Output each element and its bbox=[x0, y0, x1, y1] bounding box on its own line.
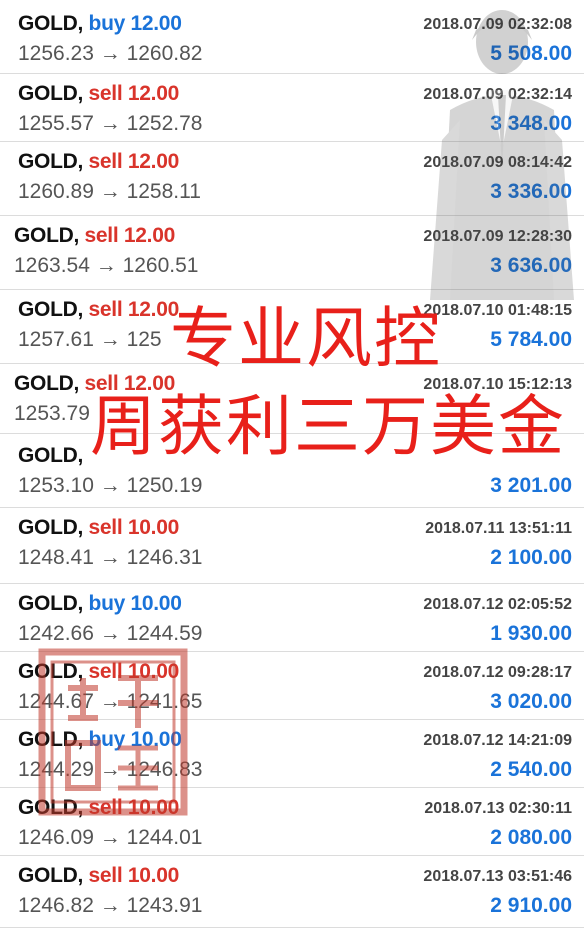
trade-row[interactable]: GOLD, buy 12.00 1256.23 → 1260.82 2018.07.… bbox=[0, 0, 584, 74]
symbol-label: GOLD, bbox=[18, 660, 83, 683]
trade-symbol: GOLD, sell 12.00 bbox=[14, 224, 175, 248]
trade-time: 2018.07.12 14:21:09 bbox=[423, 732, 572, 749]
trade-row[interactable]: GOLD, buy 10.00 1242.66 → 1244.59 2018.07.… bbox=[0, 584, 584, 652]
trade-history-list: GOLD, buy 12.00 1256.23 → 1260.82 2018.07.… bbox=[0, 0, 584, 939]
trade-profit: 5 508.00 bbox=[490, 42, 572, 65]
buy-volume-label: buy 12.00 bbox=[88, 12, 182, 35]
sell-volume-label: sell 12.00 bbox=[88, 82, 180, 105]
trade-profit: 1 930.00 bbox=[490, 622, 572, 645]
trade-row[interactable]: GOLD, sell 10.00 1248.41 → 1246.31 2018.07… bbox=[0, 508, 584, 584]
trade-row[interactable]: GOLD, sell 12.00 1263.54 → 1260.51 2018.07… bbox=[0, 216, 584, 290]
symbol-label: GOLD, bbox=[18, 12, 83, 35]
trade-prices: 1253.79 bbox=[14, 402, 90, 425]
trade-time: 2018.07.09 12:28:30 bbox=[423, 228, 572, 245]
trade-prices: 1248.41 → 1246.31 bbox=[18, 546, 203, 569]
trade-row[interactable]: GOLD, sell 12.00 1255.57 → 1252.78 2018.07… bbox=[0, 74, 584, 142]
trade-profit: 3 348.00 bbox=[490, 112, 572, 135]
trade-symbol: GOLD, sell 12.00 bbox=[18, 150, 179, 174]
trade-time: 2018.07.12 09:28:17 bbox=[423, 664, 572, 681]
trade-time: 2018.07.11 13:51:11 bbox=[425, 520, 572, 537]
trade-row[interactable]: GOLD, sell 10.00 1246.82 → 1243.91 2018.07… bbox=[0, 856, 584, 928]
trade-symbol: GOLD, sell 10.00 bbox=[18, 796, 179, 820]
sell-volume-label: sell 10.00 bbox=[88, 516, 180, 539]
symbol-label: GOLD, bbox=[18, 516, 83, 539]
trade-symbol: GOLD, buy 10.00 bbox=[18, 728, 182, 752]
symbol-label: GOLD, bbox=[18, 444, 83, 467]
trade-prices: 1255.57 → 1252.78 bbox=[18, 112, 203, 135]
trade-profit: 2 100.00 bbox=[490, 546, 572, 569]
trade-prices: 1244.67 → 1241.65 bbox=[18, 690, 203, 713]
symbol-label: GOLD, bbox=[18, 150, 83, 173]
symbol-label: GOLD, bbox=[14, 372, 79, 395]
trade-time: 2018.07.13 02:30:11 bbox=[424, 800, 572, 817]
symbol-label: GOLD, bbox=[18, 796, 83, 819]
trade-prices: 1246.82 → 1243.91 bbox=[18, 894, 203, 917]
buy-volume-label: buy 10.00 bbox=[88, 728, 182, 751]
trade-profit: 3 020.00 bbox=[490, 690, 572, 713]
trade-prices: 1246.09 → 1244.01 bbox=[18, 826, 203, 849]
trade-row[interactable]: GOLD, sell 12.00 1257.61 → 125 2018.07.10 … bbox=[0, 290, 584, 364]
trade-time: 2018.07.10 01:48:15 bbox=[423, 302, 572, 319]
trade-symbol: GOLD, bbox=[18, 444, 83, 468]
trade-prices: 1260.89 → 1258.11 bbox=[18, 180, 201, 203]
sell-volume-label: sell 12.00 bbox=[84, 224, 176, 247]
trade-prices: 1257.61 → 125 bbox=[18, 328, 162, 351]
trade-symbol: GOLD, sell 10.00 bbox=[18, 864, 179, 888]
trade-row[interactable]: GOLD, sell 10.00 1244.67 → 1241.65 2018.07… bbox=[0, 652, 584, 720]
trade-row[interactable]: GOLD, 1253.10 → 1250.19 3 201.00 bbox=[0, 434, 584, 508]
trade-profit: 3 336.00 bbox=[490, 180, 572, 203]
trade-time: 2018.07.12 02:05:52 bbox=[423, 596, 572, 613]
trade-time: 2018.07.09 02:32:14 bbox=[423, 86, 572, 103]
trade-profit: 5 784.00 bbox=[490, 328, 572, 351]
symbol-label: GOLD, bbox=[18, 298, 83, 321]
trade-symbol: GOLD, sell 12.00 bbox=[18, 82, 179, 106]
trade-time: 2018.07.10 15:12:13 bbox=[423, 376, 572, 393]
sell-volume-label: sell 10.00 bbox=[88, 796, 180, 819]
sell-volume-label: sell 10.00 bbox=[88, 864, 180, 887]
sell-volume-label: sell 12.00 bbox=[84, 372, 176, 395]
symbol-label: GOLD, bbox=[18, 592, 83, 615]
trade-profit: 2 080.00 bbox=[490, 826, 572, 849]
trade-symbol: GOLD, sell 12.00 bbox=[14, 372, 175, 396]
buy-volume-label: buy 10.00 bbox=[88, 592, 182, 615]
trade-profit: 2 910.00 bbox=[490, 894, 572, 917]
symbol-label: GOLD, bbox=[18, 82, 83, 105]
trade-symbol: GOLD, sell 10.00 bbox=[18, 516, 179, 540]
trade-profit: 3 201.00 bbox=[490, 474, 572, 497]
symbol-label: GOLD, bbox=[18, 728, 83, 751]
trade-row[interactable]: GOLD, buy 10.00 1244.29 → 1246.83 2018.07.… bbox=[0, 720, 584, 788]
trade-symbol: GOLD, sell 10.00 bbox=[18, 660, 179, 684]
trade-symbol: GOLD, buy 10.00 bbox=[18, 592, 182, 616]
trade-symbol: GOLD, sell 12.00 bbox=[18, 298, 179, 322]
trade-prices: 1253.10 → 1250.19 bbox=[18, 474, 203, 497]
trade-prices: 1256.23 → 1260.82 bbox=[18, 42, 203, 65]
trade-profit: 3 636.00 bbox=[490, 254, 572, 277]
symbol-label: GOLD, bbox=[14, 224, 79, 247]
trade-time: 2018.07.13 03:51:46 bbox=[423, 868, 572, 885]
sell-volume-label: sell 12.00 bbox=[88, 150, 180, 173]
trade-row[interactable]: GOLD, sell 12.00 1260.89 → 1258.11 2018.07… bbox=[0, 142, 584, 216]
trade-time: 2018.07.09 02:32:08 bbox=[423, 16, 572, 33]
trade-prices: 1263.54 → 1260.51 bbox=[14, 254, 199, 277]
sell-volume-label: sell 10.00 bbox=[88, 660, 180, 683]
trade-prices: 1244.29 → 1246.83 bbox=[18, 758, 203, 781]
trade-symbol: GOLD, buy 12.00 bbox=[18, 12, 182, 36]
trade-profit: 2 540.00 bbox=[490, 758, 572, 781]
trade-time: 2018.07.09 08:14:42 bbox=[423, 154, 572, 171]
symbol-label: GOLD, bbox=[18, 864, 83, 887]
trade-row[interactable]: GOLD, sell 10.00 1246.09 → 1244.01 2018.07… bbox=[0, 788, 584, 856]
trade-prices: 1242.66 → 1244.59 bbox=[18, 622, 203, 645]
trade-row[interactable]: GOLD, sell 12.00 1253.79 2018.07.10 15:12:… bbox=[0, 364, 584, 434]
sell-volume-label: sell 12.00 bbox=[88, 298, 180, 321]
